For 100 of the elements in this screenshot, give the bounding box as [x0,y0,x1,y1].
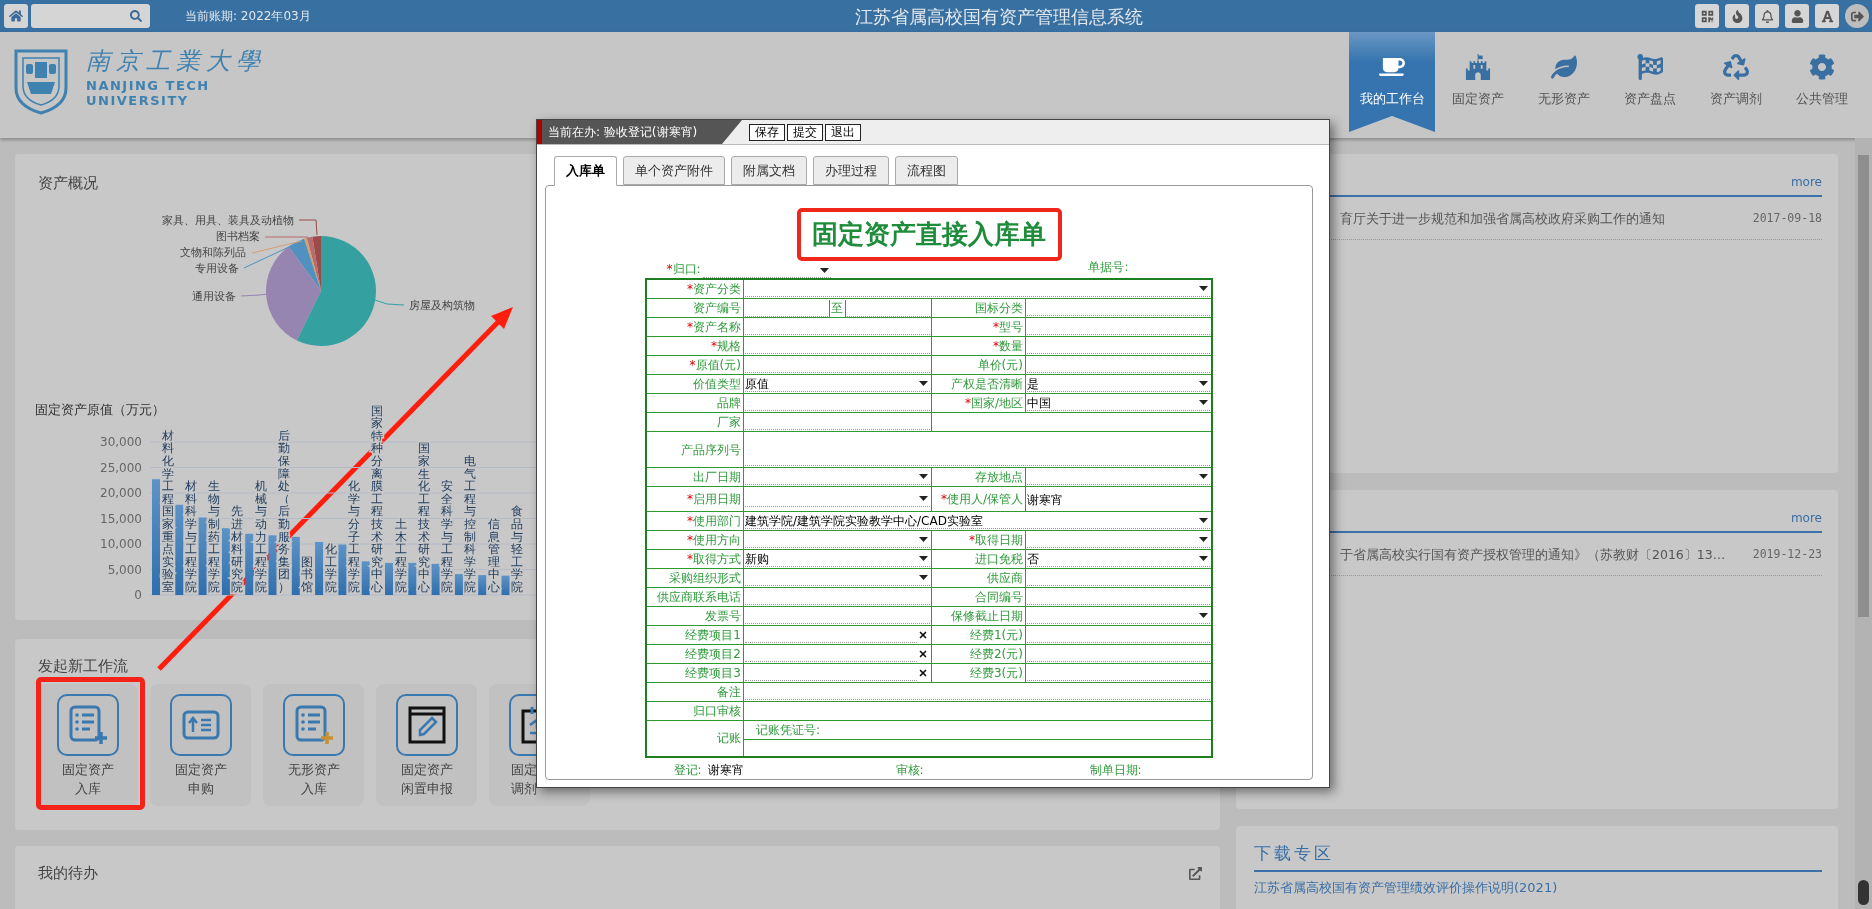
footer-label: 审核: [895,761,924,779]
flame-icon[interactable] [1725,4,1749,28]
nav-tab[interactable]: 资产调剂 [1693,32,1779,132]
qr-code-icon[interactable] [1695,4,1719,28]
accent-stripe [537,120,542,144]
workflow-tile[interactable]: 无形资产 入库 [263,684,364,806]
bar-label: 电气工程与控制科学学院 [464,454,477,594]
scrollbar-thumb[interactable] [1858,155,1869,617]
bar-label: 安全科学与工程学院 [441,479,454,594]
workflow-tile[interactable]: 固定资产 申购 [150,684,251,806]
caret-icon [1198,400,1208,405]
external-link-icon[interactable] [1189,867,1202,880]
field-label: 供应商 [931,568,1026,588]
tab[interactable]: 流程图 [895,156,958,185]
search-icon [130,10,142,22]
notice-date: 2017-09-18 [1752,210,1822,228]
nav-tab[interactable]: 固定资产 [1435,32,1521,132]
download-link[interactable]: 江苏省属高校国有资产管理绩效评价操作说明(2021) [1254,878,1558,898]
caret-icon [1198,613,1208,618]
field-label: *资产名称 [646,317,744,337]
nav-tab[interactable]: 公共管理 [1779,32,1865,132]
bar-label: 化工学院 [324,542,337,594]
notice-date: 2019-12-23 [1752,546,1822,564]
toolbar-button[interactable]: 提交 [787,123,823,141]
workflow-tile[interactable]: 固定资产 闲置申报 [376,684,477,806]
bar [268,535,277,595]
bar [361,561,370,595]
separator-text: 至 [829,299,846,317]
notifications-icon[interactable] [1755,4,1779,28]
caret-icon [1198,518,1208,523]
clear-icon[interactable] [918,649,928,659]
field-label: 产权是否清晰 [931,374,1026,394]
field-label: 产品序列号 [646,431,744,468]
pie-label: 房屋及构筑物 [409,299,475,312]
more-link[interactable]: more [1790,510,1822,526]
search-field[interactable] [31,4,150,28]
home-button[interactable] [4,4,28,28]
field-label: 厂家 [646,412,744,432]
list-plus-icon [282,694,345,756]
bar-label: 机械与动力工程学院 [254,479,267,594]
field-label: 出厂日期 [646,467,744,487]
field-label: 经费项目3 [646,663,744,683]
bar [315,541,324,595]
toolbar-button[interactable]: 保存 [749,123,785,141]
field-label: 经费2(元) [931,644,1026,664]
select-field[interactable]: 中国 [1027,395,1210,411]
bar-label: 信息管理中心 [487,517,500,594]
tab[interactable]: 入库单 [554,156,617,186]
upload-list-icon [169,694,232,756]
user-icon[interactable] [1785,4,1809,28]
bar-label: 材料化学工程国家重点实验室 [161,428,174,594]
select-field[interactable]: 是 [1027,376,1210,392]
bar [501,575,510,595]
leader-line [240,293,268,297]
letter-icon[interactable] [1815,4,1839,28]
nav-tab[interactable]: 无形资产 [1521,32,1607,132]
chart-title: 固定资产原值（万元） [35,402,165,417]
select-field[interactable]: 原值 [745,376,930,392]
axis-tick-label: 25,000 [100,460,142,475]
field-label: 供应商联系电话 [646,587,744,607]
more-link[interactable]: more [1790,174,1822,190]
nav-tab[interactable]: 资产盘点 [1607,32,1693,132]
field-label: 发票号 [646,606,744,626]
clear-icon[interactable] [918,630,928,640]
notice-link[interactable]: 于省属高校实行国有资产授权管理的通知》（苏教财〔2016〕13… [1340,545,1726,565]
select-field[interactable]: 建筑学院/建筑学院实验教学中心/CAD实验室 [745,513,1210,529]
toolbar-button[interactable]: 退出 [825,123,861,141]
caret-icon [1198,556,1208,561]
tab[interactable]: 附属文档 [731,156,807,185]
caret-icon [919,474,928,479]
bar [385,562,393,595]
scroll-handle[interactable] [1858,880,1869,905]
select-field[interactable]: 否 [1027,551,1210,567]
logo-text: NANJING TECH [86,78,211,93]
recycle-icon [1723,54,1749,80]
footer-label: 制单日期: [1089,761,1142,779]
nav-tab[interactable]: 我的工作台 [1349,32,1435,132]
bar-label: 国家特种分离膜工程技术研究中心 [371,403,384,594]
field-label: 品牌 [646,393,744,413]
tab[interactable]: 单个资产附件 [623,156,725,185]
castle-icon [1465,54,1491,80]
select-field[interactable]: 新购 [745,551,930,567]
period-text: 当前账期: 2022年03月 [185,8,311,25]
card-title: 我的待办 [38,863,98,883]
tab[interactable]: 办理过程 [813,156,889,185]
pie-label: 通用设备 [192,290,236,303]
logout-icon[interactable] [1845,4,1869,28]
bar-label: 国家生化工程技术研究中心 [417,441,430,594]
axis-tick-label: 0 [134,588,142,602]
notice-link[interactable]: 育厅关于进一步规范和加强省属高校政府采购工作的通知 [1340,209,1665,229]
field-label: 经费项目2 [646,644,744,664]
footer-label: 登记: [673,761,702,779]
caret-icon [919,381,928,386]
current-task-label: 当前在办: 验收登记(谢寒宵) [542,120,742,144]
field-label: 归口审核 [646,701,744,721]
clear-icon[interactable] [918,668,928,678]
field-label: 国标分类 [931,298,1026,318]
bar [245,533,254,595]
caret-icon [919,556,928,561]
axis-tick-label: 20,000 [100,486,142,500]
